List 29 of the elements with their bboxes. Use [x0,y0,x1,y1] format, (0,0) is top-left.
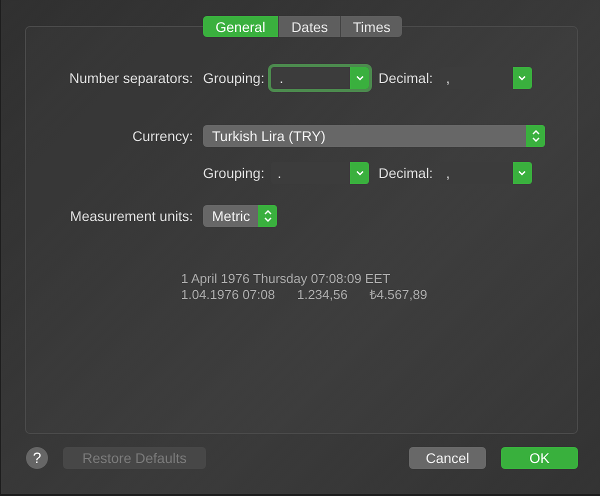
field-value: . [278,69,284,88]
tab[interactable]: Dates [279,16,341,37]
combo-box[interactable]: . [271,67,370,89]
dialog-button[interactable]: Cancel [409,447,486,469]
field-label: Number separators: [68,70,193,86]
field-label: Currency: [131,128,193,144]
field-label: Grouping: [203,165,264,181]
field-label: Measurement units: [69,208,193,224]
up-down-chevron-icon [258,205,278,227]
tab[interactable]: Times [340,16,402,37]
tab[interactable]: General [202,16,280,37]
dialog-button[interactable]: OK [501,447,578,469]
preview-text: 1.234,56 [296,287,348,303]
field-label: Grouping: [203,70,264,86]
up-down-chevron-icon [526,125,545,147]
chevron-down-icon[interactable] [512,162,532,184]
field-value: , [444,164,451,183]
preview-text: 1 April 1976 Thursday 07:08:09 EET [181,271,390,287]
field-label: Decimal: [378,70,433,86]
preview-text: ₺4.567,89 [370,287,428,303]
field-label: Decimal: [378,165,433,181]
units-popup[interactable]: Metric [203,205,278,227]
chevron-down-icon[interactable] [350,162,370,184]
field-value: . [276,164,282,183]
chevron-down-icon[interactable] [512,67,532,89]
preview-text: 1.04.1976 07:08 [181,287,275,303]
help-button[interactable]: ? [26,447,48,469]
field-value: , [444,69,451,88]
currency-popup[interactable]: Turkish Lira (TRY) [203,125,545,147]
